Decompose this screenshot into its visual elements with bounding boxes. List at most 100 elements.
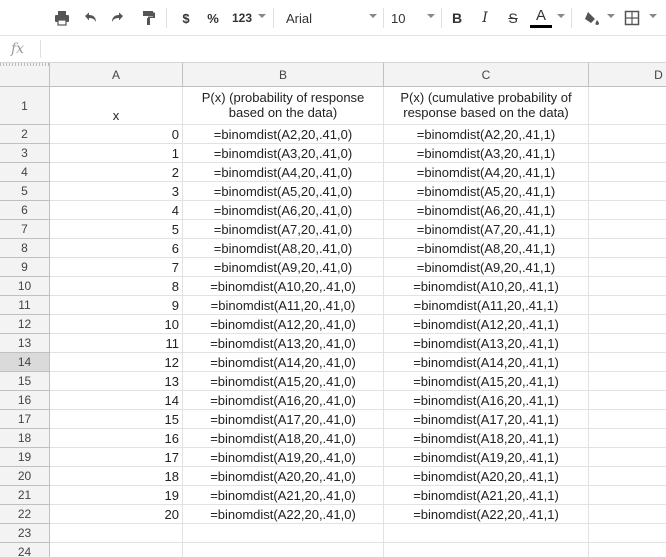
empty-cell[interactable] (589, 410, 666, 429)
cell-probability-formula[interactable]: =binomdist(A18,20,.41,0) (183, 429, 384, 448)
empty-cell[interactable] (589, 315, 666, 334)
row-header[interactable]: 13 (0, 334, 50, 353)
cell-cumulative-formula[interactable]: =binomdist(A4,20,.41,1) (384, 163, 589, 182)
row-header[interactable]: 15 (0, 372, 50, 391)
empty-cell[interactable] (589, 543, 666, 557)
row-header[interactable]: 10 (0, 277, 50, 296)
row-header[interactable]: 4 (0, 163, 50, 182)
row-header[interactable]: 14 (0, 353, 50, 372)
cell-probability-formula[interactable]: =binomdist(A21,20,.41,0) (183, 486, 384, 505)
borders-icon[interactable] (620, 6, 644, 30)
bold-button[interactable]: B (449, 6, 465, 30)
cell-x-value[interactable]: 8 (50, 277, 183, 296)
cell-probability-formula[interactable]: =binomdist(A3,20,.41,0) (183, 144, 384, 163)
row-header[interactable]: 2 (0, 125, 50, 144)
empty-cell[interactable] (589, 429, 666, 448)
cell-cumulative-formula[interactable]: =binomdist(A8,20,.41,1) (384, 239, 589, 258)
row-header[interactable]: 12 (0, 315, 50, 334)
cell-x-value[interactable] (50, 524, 183, 543)
cell-cumulative-formula[interactable]: =binomdist(A2,20,.41,1) (384, 125, 589, 144)
column-header-d[interactable]: D (589, 63, 666, 87)
column-header-b[interactable]: B (183, 63, 384, 87)
strikethrough-button[interactable]: S (505, 6, 521, 30)
cell-x-value[interactable]: 9 (50, 296, 183, 315)
fill-color-icon[interactable] (580, 6, 604, 30)
cell-cumulative-formula[interactable]: =binomdist(A20,20,.41,1) (384, 467, 589, 486)
cell-probability-formula[interactable]: =binomdist(A10,20,.41,0) (183, 277, 384, 296)
row-header[interactable]: 1 (0, 87, 50, 125)
formula-input[interactable] (48, 40, 648, 58)
chevron-down-icon[interactable] (649, 14, 657, 18)
cell-probability-formula[interactable]: =binomdist(A4,20,.41,0) (183, 163, 384, 182)
cell-cumulative-formula[interactable]: =binomdist(A9,20,.41,1) (384, 258, 589, 277)
cell-probability-formula[interactable]: =binomdist(A8,20,.41,0) (183, 239, 384, 258)
cell-probability-formula[interactable]: =binomdist(A9,20,.41,0) (183, 258, 384, 277)
cell-cumulative-formula[interactable]: =binomdist(A16,20,.41,1) (384, 391, 589, 410)
cell-probability-formula[interactable]: =binomdist(A13,20,.41,0) (183, 334, 384, 353)
empty-cell[interactable] (589, 87, 666, 125)
empty-cell[interactable] (589, 239, 666, 258)
column-header-c[interactable]: C (384, 63, 589, 87)
empty-cell[interactable] (589, 524, 666, 543)
cell-cumulative-formula[interactable]: =binomdist(A3,20,.41,1) (384, 144, 589, 163)
empty-cell[interactable] (589, 144, 666, 163)
cell-x-value[interactable]: 3 (50, 182, 183, 201)
paint-format-icon[interactable] (136, 6, 160, 30)
percent-button[interactable]: % (205, 6, 221, 30)
cell-probability-formula[interactable]: =binomdist(A7,20,.41,0) (183, 220, 384, 239)
cell-probability-formula[interactable]: =binomdist(A5,20,.41,0) (183, 182, 384, 201)
cell-probability-formula[interactable]: =binomdist(A6,20,.41,0) (183, 201, 384, 220)
empty-cell[interactable] (589, 258, 666, 277)
cell-x-value[interactable]: 1 (50, 144, 183, 163)
cell-probability-formula[interactable] (183, 543, 384, 557)
cell-x-value[interactable]: 14 (50, 391, 183, 410)
print-icon[interactable] (50, 6, 74, 30)
cell-cumulative-formula[interactable]: =binomdist(A22,20,.41,1) (384, 505, 589, 524)
empty-cell[interactable] (589, 125, 666, 144)
row-header[interactable]: 5 (0, 182, 50, 201)
empty-cell[interactable] (589, 448, 666, 467)
cell-cumulative-formula[interactable]: =binomdist(A12,20,.41,1) (384, 315, 589, 334)
chevron-down-icon[interactable] (369, 14, 377, 18)
cell-x-value[interactable]: 20 (50, 505, 183, 524)
header-cell-cumulative-probability[interactable]: P(x) (cumulative probability of response… (384, 87, 589, 125)
empty-cell[interactable] (589, 372, 666, 391)
select-all-corner[interactable] (0, 63, 50, 87)
row-header[interactable]: 17 (0, 410, 50, 429)
cell-x-value[interactable]: 0 (50, 125, 183, 144)
cell-cumulative-formula[interactable]: =binomdist(A5,20,.41,1) (384, 182, 589, 201)
cell-probability-formula[interactable]: =binomdist(A20,20,.41,0) (183, 467, 384, 486)
row-header[interactable]: 11 (0, 296, 50, 315)
cell-x-value[interactable]: 13 (50, 372, 183, 391)
cell-x-value[interactable]: 17 (50, 448, 183, 467)
cell-x-value[interactable]: 15 (50, 410, 183, 429)
empty-cell[interactable] (589, 334, 666, 353)
number-format-button[interactable]: 123 (229, 6, 255, 30)
cell-probability-formula[interactable]: =binomdist(A12,20,.41,0) (183, 315, 384, 334)
cell-x-value[interactable]: 11 (50, 334, 183, 353)
cell-x-value[interactable]: 16 (50, 429, 183, 448)
row-header[interactable]: 7 (0, 220, 50, 239)
cell-cumulative-formula[interactable]: =binomdist(A14,20,.41,1) (384, 353, 589, 372)
cell-probability-formula[interactable]: =binomdist(A19,20,.41,0) (183, 448, 384, 467)
cell-cumulative-formula[interactable]: =binomdist(A10,20,.41,1) (384, 277, 589, 296)
cell-x-value[interactable]: 19 (50, 486, 183, 505)
chevron-down-icon[interactable] (607, 14, 615, 18)
header-cell-x[interactable]: x (50, 87, 183, 125)
chevron-down-icon[interactable] (557, 14, 565, 18)
row-header[interactable]: 6 (0, 201, 50, 220)
font-family-select[interactable]: Arial (286, 6, 376, 30)
row-header[interactable]: 18 (0, 429, 50, 448)
cell-probability-formula[interactable]: =binomdist(A17,20,.41,0) (183, 410, 384, 429)
empty-cell[interactable] (589, 220, 666, 239)
column-header-a[interactable]: A (50, 63, 183, 87)
row-header[interactable]: 9 (0, 258, 50, 277)
empty-cell[interactable] (589, 486, 666, 505)
cell-x-value[interactable]: 5 (50, 220, 183, 239)
currency-button[interactable]: $ (178, 6, 194, 30)
row-header[interactable]: 24 (0, 543, 50, 557)
cell-cumulative-formula[interactable]: =binomdist(A11,20,.41,1) (384, 296, 589, 315)
empty-cell[interactable] (589, 163, 666, 182)
cell-probability-formula[interactable]: =binomdist(A2,20,.41,0) (183, 125, 384, 144)
font-size-select[interactable]: 10 (391, 6, 415, 30)
